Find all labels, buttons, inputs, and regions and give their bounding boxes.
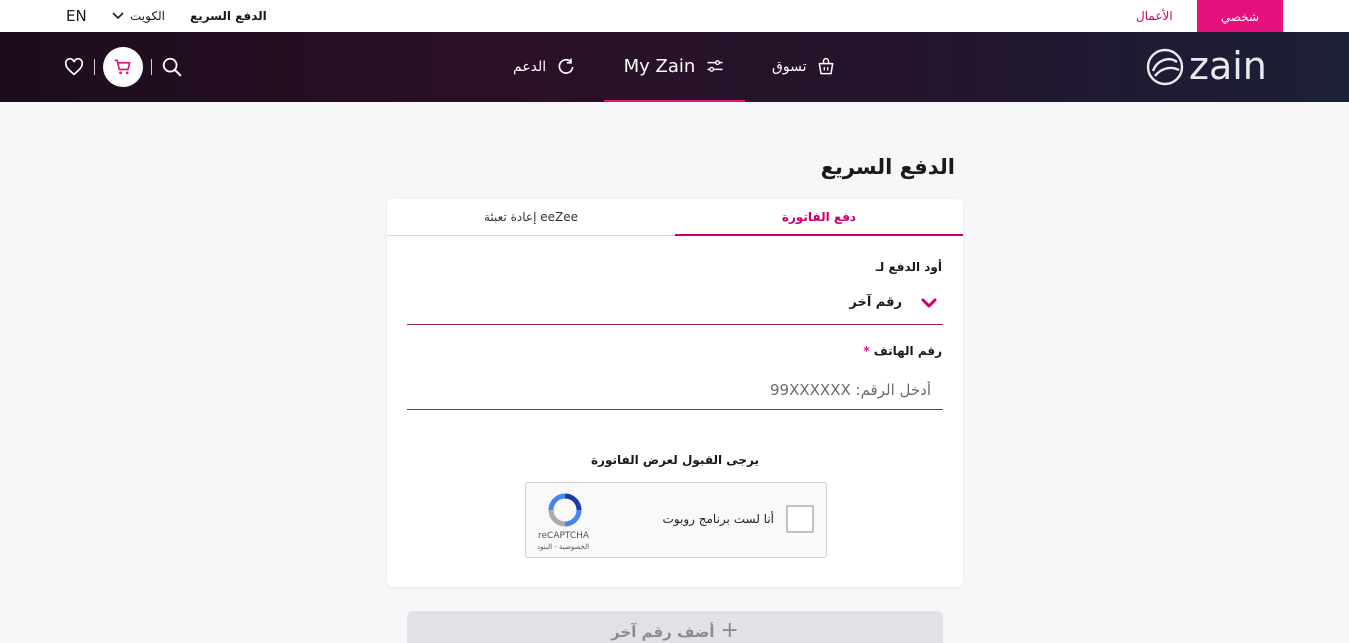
quick-pay-link[interactable]: الدفع السريع	[190, 9, 267, 23]
pay-for-value: رقم آخر	[849, 295, 902, 310]
add-number-button[interactable]: أضف رقم آخر +	[407, 611, 943, 643]
required-marker: *	[863, 344, 870, 358]
add-number-label: أضف رقم آخر	[611, 623, 715, 641]
phone-label: * رقم الهاتف	[860, 344, 942, 358]
cart-button[interactable]	[103, 47, 143, 87]
recaptcha-logo-icon	[548, 493, 582, 527]
cart-icon	[114, 59, 131, 75]
recaptcha-label: أنا لست برنامج روبوت	[662, 512, 774, 526]
language-switch[interactable]: EN	[66, 7, 87, 25]
accept-instruction: يرجى القبول لعرض الفاتورة	[590, 453, 760, 467]
pay-for-label: أود الدفع لـ	[875, 260, 942, 274]
recaptcha-brand: reCAPTCHA	[538, 531, 590, 541]
plus-icon: +	[720, 618, 739, 643]
country-label: الكويت	[130, 9, 165, 23]
sliders-icon	[707, 60, 723, 72]
personal-tab[interactable]: شخصي	[1197, 0, 1283, 32]
nav-support-label: الدعم	[513, 59, 547, 75]
nav-shop-label: تسوق	[772, 59, 807, 75]
page-title: الدفع السريع	[820, 155, 955, 179]
nav-shop[interactable]: تسوق	[772, 32, 836, 102]
search-icon[interactable]	[160, 55, 184, 79]
business-tab[interactable]: الأعمال	[1136, 9, 1173, 23]
recaptcha-checkbox[interactable]	[786, 505, 814, 533]
svg-text:zain: zain	[1189, 46, 1267, 88]
tab-pay-bill[interactable]: دفع الفاتورة	[675, 199, 963, 236]
phone-label-text: رقم الهاتف	[873, 344, 942, 358]
zain-logo[interactable]: zain	[1143, 46, 1295, 88]
phone-number-input[interactable]	[407, 371, 943, 410]
top-utility-bar: EN الكويت الدفع السريع الأعمال شخصي	[0, 0, 1349, 32]
nav-divider	[151, 59, 152, 75]
nav-divider	[94, 59, 95, 75]
recaptcha-widget: أنا لست برنامج روبوت reCAPTCHA الخصوصية …	[525, 482, 827, 558]
pay-for-select[interactable]: رقم آخر	[407, 289, 943, 325]
wishlist-heart-icon[interactable]	[62, 55, 86, 79]
chevron-down-icon	[112, 12, 124, 20]
support-refresh-icon	[558, 58, 574, 74]
nav-icon-group	[62, 47, 184, 87]
nav-my-zain[interactable]: My Zain	[604, 32, 745, 102]
tab-eezee-recharge[interactable]: إعادة تعبئة eeZee	[387, 199, 675, 236]
chevron-down-icon	[921, 298, 937, 308]
recaptcha-privacy-links[interactable]: الخصوصية - البنود	[537, 543, 589, 551]
country-selector[interactable]: الكويت	[112, 9, 165, 23]
nav-my-zain-label: My Zain	[623, 55, 696, 77]
main-nav: الدعم My Zain تسوق zain	[0, 32, 1349, 102]
quick-pay-card: دفع الفاتورة إعادة تعبئة eeZee أود الدفع…	[387, 199, 963, 587]
nav-support[interactable]: الدعم	[513, 32, 576, 102]
shopping-basket-icon	[819, 57, 834, 75]
payment-tabs: دفع الفاتورة إعادة تعبئة eeZee	[387, 199, 963, 236]
